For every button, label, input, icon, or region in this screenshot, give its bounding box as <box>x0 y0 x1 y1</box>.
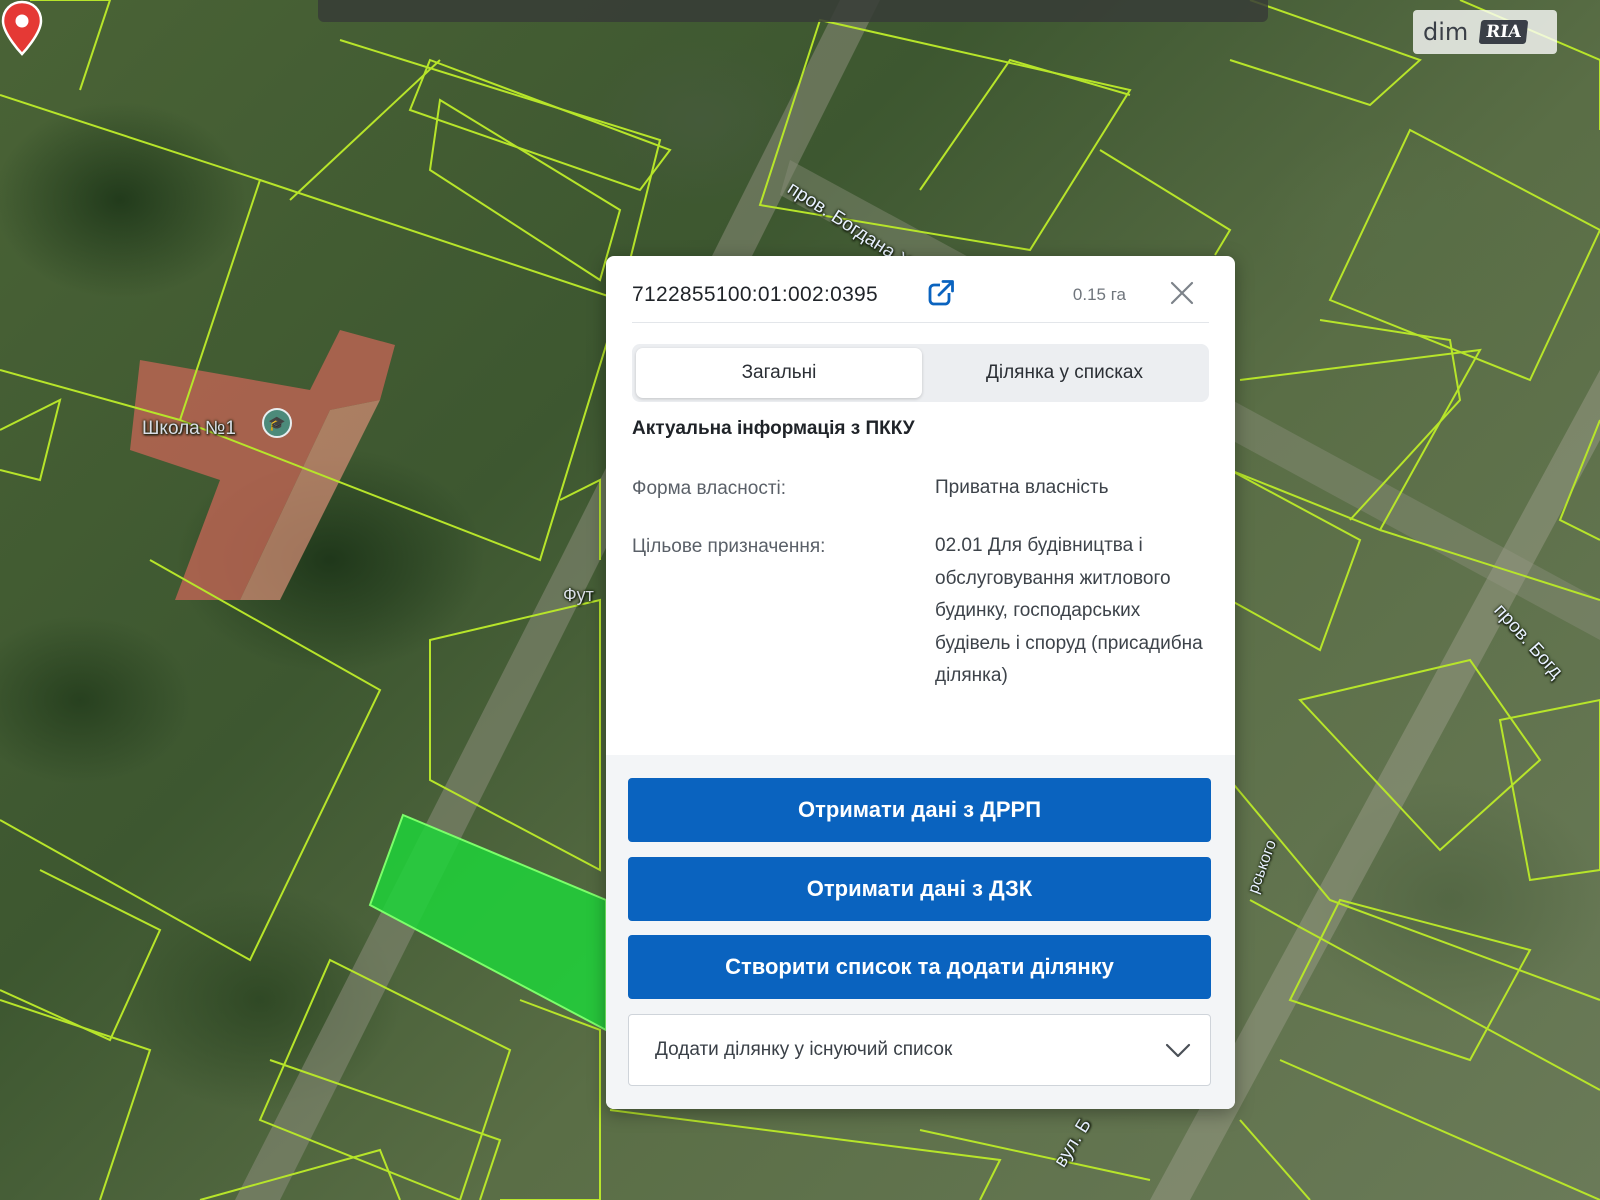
section-title: Актуальна інформація з ПККУ <box>632 418 915 439</box>
ownership-label: Форма власності: <box>632 478 787 499</box>
tab-bar: Загальні Ділянка у списках <box>632 344 1209 402</box>
school-label[interactable]: Школа №1 <box>142 418 236 440</box>
logo-dim-text: dim <box>1423 18 1469 46</box>
location-pin-icon[interactable] <box>0 0 44 56</box>
chevron-down-icon <box>1165 1043 1191 1058</box>
tab-parcel-in-lists[interactable]: Ділянка у списках <box>924 348 1205 398</box>
purpose-label: Цільове призначення: <box>632 536 826 557</box>
add-to-existing-list-select[interactable]: Додати ділянку у існуючий список <box>628 1014 1211 1086</box>
get-dzk-data-button[interactable]: Отримати дані з ДЗК <box>628 857 1211 921</box>
tab-general[interactable]: Загальні <box>636 348 922 398</box>
add-to-existing-list-label: Додати ділянку у існуючий список <box>655 1039 953 1060</box>
create-list-button[interactable]: Створити список та додати ділянку <box>628 935 1211 999</box>
ownership-value: Приватна власність <box>935 477 1109 498</box>
area-value: 0.15 га <box>1072 285 1126 304</box>
close-icon[interactable] <box>1165 276 1199 310</box>
purpose-value: 02.01 Для будівництва і обслуговування ж… <box>935 535 1203 686</box>
actions-section: Отримати дані з ДРРП Отримати дані з ДЗК… <box>606 755 1235 1109</box>
school-icon[interactable]: 🎓 <box>262 408 292 438</box>
parcel-info-panel: 7122855100:01:002:0395 0.15 га Загальні … <box>606 256 1235 1109</box>
logo-ria-text: RIA <box>1479 20 1529 44</box>
poi-label: Фут <box>563 585 594 605</box>
panel-header: 7122855100:01:002:0395 0.15 га <box>632 276 1209 323</box>
top-search-bar[interactable] <box>318 0 1268 22</box>
cadastral-number: 7122855100:01:002:0395 <box>632 283 879 306</box>
get-drrp-data-button[interactable]: Отримати дані з ДРРП <box>628 778 1211 842</box>
open-external-icon[interactable] <box>926 278 956 308</box>
dimria-logo[interactable]: dim RIA <box>1413 10 1557 54</box>
